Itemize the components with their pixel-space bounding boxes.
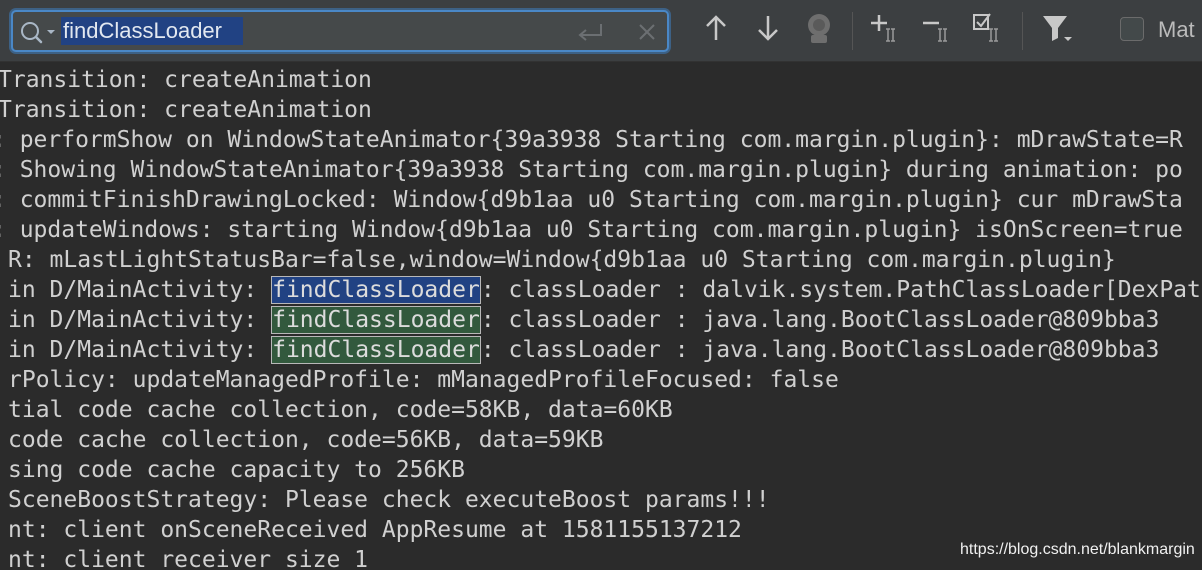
log-line-suffix: : classLoader : dalvik.system.PathClassL…: [480, 277, 1201, 303]
remove-occurrence-icon: [920, 11, 956, 50]
log-line: sing code cache capacity to 256KB: [8, 457, 465, 483]
match-case-label: Mat: [1158, 17, 1195, 42]
search-input[interactable]: [61, 17, 243, 45]
match-case-checkbox[interactable]: [1120, 17, 1144, 41]
log-line: in D/MainActivity: findClassLoader: clas…: [8, 335, 1159, 365]
log-line-suffix: : classLoader : java.lang.BootClassLoade…: [480, 307, 1160, 333]
log-line-prefix: in D/MainActivity:: [8, 337, 272, 363]
log-line: : commitFinishDrawingLocked: Window{d9b1…: [0, 187, 1183, 213]
previous-occurrence-button[interactable]: [698, 12, 734, 48]
log-line: Transition: createAnimation: [0, 97, 372, 123]
log-line-suffix: : classLoader : java.lang.BootClassLoade…: [480, 337, 1160, 363]
log-line: code cache collection, code=56KB, data=5…: [8, 427, 604, 453]
logcat-window: Mat Transition: createAnimationTransitio…: [0, 0, 1202, 570]
arrow-up-icon: [702, 13, 730, 48]
search-match: findClassLoader: [271, 306, 481, 334]
watermark: https://blog.csdn.net/blankmargin: [960, 541, 1195, 558]
log-output[interactable]: Transition: createAnimation Transition: c…: [0, 62, 1202, 570]
filter-button[interactable]: [1039, 12, 1075, 48]
search-toolbar: Mat: [0, 0, 1202, 62]
add-occurrence-icon: [868, 11, 904, 50]
log-line: : updateWindows: starting Window{d9b1aa …: [0, 217, 1183, 243]
search-match-current: findClassLoader: [271, 276, 481, 304]
arrow-down-icon: [754, 13, 782, 48]
log-line: SceneBoostStrategy: Please check execute…: [8, 487, 770, 513]
next-occurrence-button[interactable]: [750, 12, 786, 48]
add-occurrence-button[interactable]: [868, 12, 904, 48]
log-line-prefix: in D/MainActivity:: [8, 277, 272, 303]
log-line: R: mLastLightStatusBar=false,window=Wind…: [8, 247, 1116, 273]
remove-occurrence-button[interactable]: [920, 12, 956, 48]
filter-icon: [1040, 11, 1074, 50]
log-line: rPolicy: updateManagedProfile: mManagedP…: [8, 367, 839, 393]
log-line: nt: client onSceneReceived AppResume at …: [8, 517, 742, 543]
search-icon[interactable]: [19, 20, 59, 44]
regex-toggle-button[interactable]: [801, 12, 837, 48]
log-line: tial code cache collection, code=58KB, d…: [8, 397, 673, 423]
select-all-occurrences-icon: [971, 11, 1007, 50]
log-line: Transition: createAnimation: [0, 67, 372, 93]
log-line: in D/MainActivity: findClassLoader: clas…: [8, 305, 1159, 335]
toolbar-separator: [1022, 12, 1023, 50]
search-box[interactable]: [11, 10, 669, 52]
search-match: findClassLoader: [271, 336, 481, 364]
select-all-occurrences-button[interactable]: [971, 12, 1007, 48]
clear-icon[interactable]: [635, 20, 659, 44]
log-line: : performShow on WindowStateAnimator{39a…: [0, 127, 1183, 153]
log-line: in D/MainActivity: findClassLoader: clas…: [8, 275, 1201, 305]
regex-icon: [803, 11, 835, 50]
toolbar-separator: [852, 12, 853, 50]
log-line-prefix: in D/MainActivity:: [8, 307, 272, 333]
log-line: nt: client receiver size 1: [8, 547, 369, 570]
log-line: : Showing WindowStateAnimator{39a3938 St…: [0, 157, 1183, 183]
enter-icon[interactable]: [575, 20, 607, 44]
